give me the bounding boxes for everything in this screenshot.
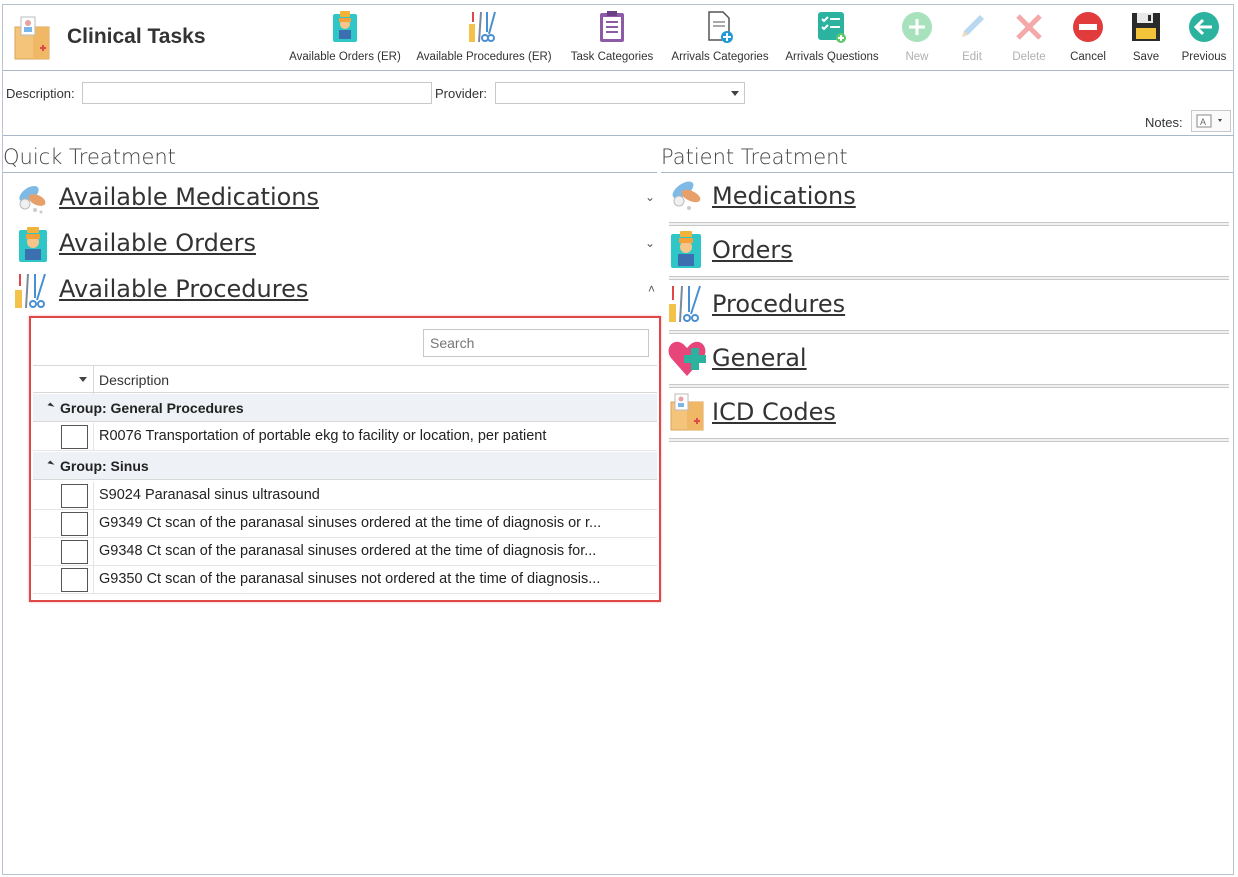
task-categories-button[interactable]: Task Categories xyxy=(559,5,665,71)
x-mark-icon xyxy=(1011,9,1047,45)
chevron-down-icon: ⌄ xyxy=(644,190,655,204)
new-button[interactable]: New xyxy=(889,5,945,71)
chevron-up-icon: ˄ xyxy=(647,282,655,296)
app-window: Clinical Tasks Available Orders (ER) Ava… xyxy=(2,4,1234,875)
collapse-triangle-icon[interactable] xyxy=(47,460,55,468)
available-orders-er-button[interactable]: Available Orders (ER) xyxy=(281,5,409,71)
table-row[interactable]: R0076 Transportation of portable ekg to … xyxy=(33,423,657,451)
clipboard-doctor-icon xyxy=(327,9,363,45)
clipboard-doctor-icon xyxy=(15,226,51,264)
table-row[interactable]: G9349 Ct scan of the paranasal sinuses o… xyxy=(33,510,657,538)
table-row[interactable]: G9348 Ct scan of the paranasal sinuses o… xyxy=(33,538,657,566)
patient-treatment-divider xyxy=(661,172,1233,173)
delete-button[interactable]: Delete xyxy=(999,5,1059,71)
medical-folder-icon xyxy=(667,392,707,432)
chevron-down-icon: ⌄ xyxy=(644,236,655,250)
provider-label: Provider: xyxy=(435,86,488,101)
save-button[interactable]: Save xyxy=(1117,5,1175,71)
patient-medications-section[interactable]: Medications xyxy=(667,176,1229,228)
previous-button[interactable]: Previous xyxy=(1175,5,1233,71)
collapse-triangle-icon[interactable] xyxy=(47,402,55,410)
heart-plus-icon xyxy=(667,338,707,378)
notes-label: Notes: xyxy=(1145,115,1183,130)
row-checkbox[interactable] xyxy=(61,484,88,508)
surgical-tools-icon xyxy=(15,272,51,310)
accordion-available-procedures[interactable]: Available Procedures ˄ xyxy=(15,270,655,312)
minus-circle-icon xyxy=(1070,9,1106,45)
quick-treatment-title: Quick Treatment xyxy=(3,145,176,169)
pills-icon xyxy=(15,180,51,218)
clinical-tasks-icon xyxy=(13,13,53,61)
header: Clinical Tasks Available Orders (ER) Ava… xyxy=(3,5,1233,71)
accordion-available-medications[interactable]: Available Medications ⌄ xyxy=(15,178,655,220)
cancel-button[interactable]: Cancel xyxy=(1059,5,1117,71)
app-title: Clinical Tasks xyxy=(67,25,206,48)
patient-orders-section[interactable]: Orders xyxy=(667,230,1229,282)
clipboard-doctor-icon xyxy=(667,230,707,270)
available-procedures-er-button[interactable]: Available Procedures (ER) xyxy=(409,5,559,71)
grid-search-input[interactable] xyxy=(423,329,649,357)
checklist-icon xyxy=(814,9,850,45)
patient-icd-codes-section[interactable]: ICD Codes xyxy=(667,392,1229,444)
edit-button[interactable]: Edit xyxy=(945,5,999,71)
row-checkbox[interactable] xyxy=(61,568,88,592)
surgical-tools-icon xyxy=(466,9,502,45)
column-menu-icon[interactable] xyxy=(79,377,87,382)
svg-text:A: A xyxy=(1200,117,1206,127)
arrivals-categories-button[interactable]: Arrivals Categories xyxy=(665,5,775,71)
row-checkbox[interactable] xyxy=(61,540,88,564)
grid-header: Description xyxy=(33,365,657,394)
arrivals-questions-button[interactable]: Arrivals Questions xyxy=(775,5,889,71)
arrow-left-circle-icon xyxy=(1186,9,1222,45)
row-checkbox[interactable] xyxy=(61,512,88,536)
row-checkbox[interactable] xyxy=(61,425,88,449)
group-row[interactable]: Group: Sinus xyxy=(33,452,657,480)
toolbar: Available Orders (ER) Available Procedur… xyxy=(281,5,1233,71)
table-row[interactable]: S9024 Paranasal sinus ultrasound xyxy=(33,482,657,510)
patient-treatment-title: Patient Treatment xyxy=(661,145,848,169)
group-row[interactable]: Group: General Procedures xyxy=(33,394,657,422)
pencil-icon xyxy=(954,9,990,45)
clipboard-list-icon xyxy=(594,9,630,45)
floppy-disk-icon xyxy=(1128,9,1164,45)
notes-dropdown[interactable]: A xyxy=(1191,110,1231,132)
table-row[interactable]: G9350 Ct scan of the paranasal sinuses n… xyxy=(33,566,657,594)
procedures-grid: Description Group: General Procedures R0… xyxy=(29,316,661,602)
plus-circle-icon xyxy=(899,9,935,45)
chevron-down-icon xyxy=(731,91,739,96)
patient-general-section[interactable]: General xyxy=(667,338,1229,390)
document-add-icon xyxy=(702,9,738,45)
quick-treatment-divider xyxy=(3,172,657,173)
pills-icon xyxy=(667,176,707,216)
patient-procedures-section[interactable]: Procedures xyxy=(667,284,1229,336)
provider-select[interactable] xyxy=(495,82,745,104)
notes-format-icon: A xyxy=(1196,114,1222,128)
description-input[interactable] xyxy=(82,82,432,104)
description-column-header[interactable]: Description xyxy=(99,372,169,388)
surgical-tools-icon xyxy=(667,284,707,324)
accordion-available-orders[interactable]: Available Orders ⌄ xyxy=(15,224,655,266)
description-label: Description: xyxy=(6,86,75,101)
filter-row: Description: Provider: Notes: A xyxy=(3,72,1233,136)
